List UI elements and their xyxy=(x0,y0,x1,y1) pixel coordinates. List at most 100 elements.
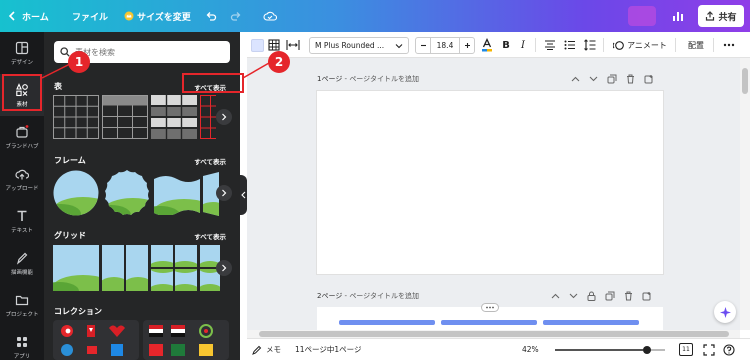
chevron-down-icon[interactable] xyxy=(569,293,578,299)
editor-toolbar: M Plus Rounded ... 18.4 B I アニメート 配置 xyxy=(247,32,750,58)
grids-next-button[interactable] xyxy=(216,260,232,276)
frames-see-all-link[interactable]: すべて表示 xyxy=(194,156,226,166)
page-2-more-handle[interactable] xyxy=(481,303,499,312)
position-button[interactable]: 配置 xyxy=(683,32,709,58)
chevron-up-icon[interactable] xyxy=(551,293,560,299)
rail-item-upload[interactable]: アップロード xyxy=(0,158,44,200)
table-thumb-red[interactable] xyxy=(200,95,216,139)
font-size-decrease-button[interactable] xyxy=(416,38,431,53)
text-icon xyxy=(17,210,27,221)
home-button[interactable]: ホーム xyxy=(8,0,49,32)
frame-wavy[interactable] xyxy=(154,173,200,216)
add-page-icon[interactable] xyxy=(642,291,652,301)
more-horizontal-icon xyxy=(723,43,735,47)
vertical-scroll-thumb[interactable] xyxy=(742,68,748,94)
position-label: 配置 xyxy=(688,40,704,50)
list-icon xyxy=(564,40,575,50)
search-input[interactable] xyxy=(75,47,225,57)
table-thumb-grid[interactable] xyxy=(53,95,99,139)
italic-button[interactable]: I xyxy=(517,32,529,58)
frame-circle[interactable] xyxy=(53,170,99,216)
page-grid-button[interactable]: 11 xyxy=(679,343,693,356)
rail-item-text[interactable]: テキスト xyxy=(0,200,44,242)
text-color-icon xyxy=(482,38,492,52)
magic-assistant-button[interactable] xyxy=(714,301,736,323)
undo-icon xyxy=(206,12,217,21)
page-2-shape[interactable] xyxy=(543,320,639,325)
chevron-left-icon xyxy=(241,191,246,199)
grids-see-all-link[interactable]: すべて表示 xyxy=(194,231,226,241)
bold-button[interactable]: B xyxy=(500,32,512,58)
chevron-down-icon[interactable] xyxy=(589,76,598,82)
duplicate-icon[interactable] xyxy=(605,291,615,301)
page-2-shape[interactable] xyxy=(339,320,435,325)
vertical-scrollbar[interactable] xyxy=(740,58,750,330)
trash-icon[interactable] xyxy=(624,291,633,301)
help-button[interactable] xyxy=(723,343,735,356)
more-options-button[interactable] xyxy=(721,32,737,58)
grid-two-columns[interactable] xyxy=(98,245,154,297)
canvas-area: 1ページ - ページタイトルを追加 2ページ - ページタイトルを追加 xyxy=(247,58,740,347)
share-label: 共有 xyxy=(718,12,737,23)
page-2-shape[interactable] xyxy=(441,320,537,325)
text-color-button[interactable] xyxy=(480,32,494,58)
redo-icon xyxy=(230,12,241,21)
font-size-value[interactable]: 18.4 xyxy=(431,41,459,50)
lock-icon[interactable] xyxy=(587,291,596,301)
file-menu-button[interactable]: ファイル xyxy=(72,0,108,32)
rail-item-projects[interactable]: プロジェクト xyxy=(0,284,44,326)
horizontal-scroll-thumb[interactable] xyxy=(259,331,729,337)
redo-button[interactable] xyxy=(230,0,242,32)
frames-next-button[interactable] xyxy=(216,185,232,201)
panel-collapse-handle[interactable] xyxy=(240,175,247,215)
page-count: 11ページ中1ページ xyxy=(295,345,362,354)
tables-next-button[interactable] xyxy=(216,109,232,125)
color-swatch-button[interactable] xyxy=(250,32,264,58)
collection-card-countries[interactable] xyxy=(143,320,229,360)
notes-button[interactable]: メモ xyxy=(252,339,281,360)
cloud-save-button[interactable] xyxy=(263,0,277,32)
grid-four-cells[interactable] xyxy=(149,245,199,296)
zoom-slider[interactable] xyxy=(555,346,665,354)
apps-icon xyxy=(17,336,27,347)
page-1-title-input[interactable]: ページタイトルを追加 xyxy=(349,75,419,83)
rail-item-apps[interactable]: アプリ xyxy=(0,326,44,360)
font-family-select[interactable]: M Plus Rounded ... xyxy=(309,37,409,54)
toolbar-divider xyxy=(603,38,604,52)
fullscreen-button[interactable] xyxy=(703,343,715,356)
add-page-icon[interactable] xyxy=(644,74,654,84)
layout-icon xyxy=(15,41,29,54)
trash-icon[interactable] xyxy=(626,74,635,84)
rail-item-label: ブランドハブ xyxy=(5,143,39,150)
cloud-check-icon xyxy=(263,11,277,21)
table-thumb-striped[interactable] xyxy=(151,95,197,139)
frame-scalloped[interactable] xyxy=(103,169,151,217)
rail-item-brand-hub[interactable]: ブランドハブ xyxy=(0,116,44,158)
font-size-increase-button[interactable] xyxy=(459,38,474,53)
undo-button[interactable] xyxy=(205,0,217,32)
line-spacing-button[interactable] xyxy=(583,32,597,58)
animate-button[interactable]: アニメート xyxy=(610,32,670,58)
resize-label: サイズを変更 xyxy=(137,12,191,23)
font-size-stepper[interactable]: 18.4 xyxy=(415,37,475,54)
collection-card-flags[interactable] xyxy=(53,320,139,360)
font-name: M Plus Rounded ... xyxy=(315,41,385,50)
horizontal-scrollbar[interactable] xyxy=(247,330,740,338)
rail-item-draw[interactable]: 描画機能 xyxy=(0,242,44,284)
top-bar: ホーム ファイル サイズを変更 共有 xyxy=(0,0,750,32)
rail-item-label: プロジェクト xyxy=(5,311,39,318)
share-button[interactable]: 共有 xyxy=(698,5,744,27)
chevron-up-icon[interactable] xyxy=(571,76,580,82)
insights-button[interactable] xyxy=(672,0,684,32)
resize-button[interactable]: サイズを変更 xyxy=(124,0,191,32)
page-1-canvas[interactable] xyxy=(317,91,663,274)
page-2-title-input[interactable]: ページタイトルを追加 xyxy=(349,292,419,300)
list-button[interactable] xyxy=(563,32,577,58)
duplicate-icon[interactable] xyxy=(607,74,617,84)
zoom-slider-knob[interactable] xyxy=(643,346,651,354)
align-button[interactable] xyxy=(543,32,557,58)
avatar[interactable] xyxy=(628,6,656,26)
grid-single[interactable] xyxy=(39,245,113,300)
upload-share-icon xyxy=(706,11,715,21)
table-thumb-header[interactable] xyxy=(102,95,148,139)
